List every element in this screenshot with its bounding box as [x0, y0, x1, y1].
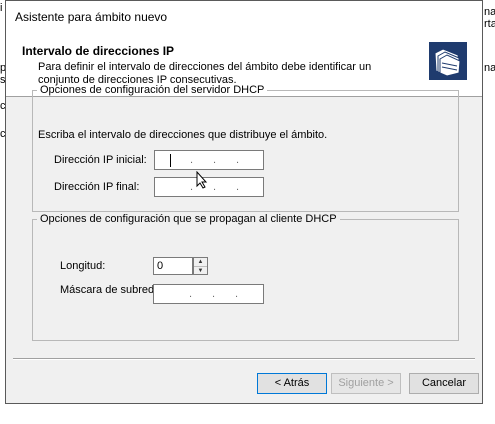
spin-up-icon[interactable]: ▲: [194, 258, 207, 267]
next-button[interactable]: Siguiente >: [331, 373, 401, 394]
start-ip-field[interactable]: . . .: [154, 150, 264, 170]
cancel-button[interactable]: Cancelar: [409, 373, 479, 394]
background-text-fragment: na: [484, 62, 495, 74]
start-ip-label: Dirección IP inicial:: [54, 154, 147, 166]
subnet-mask-field[interactable]: . . .: [153, 284, 264, 304]
folders-wizard-icon: [429, 42, 467, 80]
title-bar[interactable]: Asistente para ámbito nuevo: [6, 1, 482, 32]
dialog-title: Asistente para ámbito nuevo: [15, 10, 168, 24]
client-config-group: Opciones de configuración que se propaga…: [32, 213, 459, 341]
client-config-legend: Opciones de configuración que se propaga…: [40, 213, 337, 225]
length-spinner-buttons[interactable]: ▲ ▼: [193, 257, 208, 275]
footer-separator: [13, 358, 475, 360]
mouse-pointer-icon: [196, 171, 208, 189]
text-caret: [170, 154, 171, 167]
length-label: Longitud:: [60, 260, 106, 272]
end-ip-label: Dirección IP final:: [54, 181, 140, 193]
new-scope-wizard-dialog: Asistente para ámbito nuevo Intervalo de…: [5, 0, 483, 404]
subnet-mask-label: Máscara de subred:: [60, 284, 158, 296]
background-text-fragment: rta: [484, 18, 495, 30]
range-instruction: Escriba el intervalo de direcciones que …: [38, 129, 328, 141]
page-title: Intervalo de direcciones IP: [22, 44, 175, 58]
background-text-fragment: i: [0, 2, 3, 14]
spin-down-icon[interactable]: ▼: [194, 267, 207, 275]
back-button[interactable]: < Atrás: [257, 373, 327, 394]
background-text-fragment: nar: [484, 6, 495, 18]
length-spinner-input[interactable]: 0: [153, 257, 193, 275]
server-config-legend: Opciones de configuración del servidor D…: [40, 84, 265, 96]
end-ip-field[interactable]: . . .: [154, 177, 264, 197]
